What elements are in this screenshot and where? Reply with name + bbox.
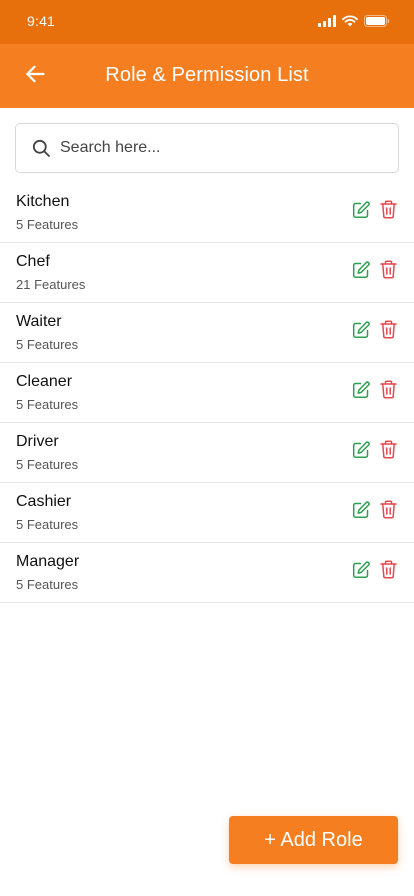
trash-icon <box>380 260 397 284</box>
delete-button[interactable] <box>379 380 398 404</box>
role-name: Cashier <box>16 493 72 510</box>
role-row[interactable]: Kitchen 5 Features <box>0 183 414 243</box>
trash-icon <box>380 500 397 524</box>
role-name: Driver <box>16 433 59 450</box>
edit-icon <box>352 260 370 284</box>
role-row[interactable]: Manager 5 Features <box>0 543 414 603</box>
role-feature-count: 5 Features <box>16 457 79 472</box>
role-name: Kitchen <box>16 193 70 210</box>
role-feature-count: 21 Features <box>16 277 86 292</box>
status-icons <box>318 14 390 32</box>
row-actions <box>351 320 398 344</box>
edit-icon <box>352 200 370 224</box>
add-role-button[interactable]: + Add Role <box>229 816 398 864</box>
row-actions <box>351 560 398 584</box>
trash-icon <box>380 200 397 224</box>
role-feature-count: 5 Features <box>16 337 79 352</box>
role-name: Cleaner <box>16 373 73 390</box>
edit-button[interactable] <box>351 500 370 524</box>
search-box[interactable] <box>15 123 399 173</box>
trash-icon <box>380 440 397 464</box>
delete-button[interactable] <box>379 260 398 284</box>
edit-button[interactable] <box>351 560 370 584</box>
edit-button[interactable] <box>351 380 370 404</box>
trash-icon <box>380 320 397 344</box>
edit-button[interactable] <box>351 320 370 344</box>
edit-button[interactable] <box>351 200 370 224</box>
role-feature-count: 5 Features <box>16 217 79 232</box>
edit-icon <box>352 560 370 584</box>
role-row[interactable]: Chef 21 Features <box>0 243 414 303</box>
page-title: Role & Permission List <box>105 64 309 86</box>
search-icon <box>32 138 52 158</box>
role-row[interactable]: Cashier 5 Features <box>0 483 414 543</box>
role-feature-count: 5 Features <box>16 397 79 412</box>
trash-icon <box>380 560 397 584</box>
row-actions <box>351 260 398 284</box>
delete-button[interactable] <box>379 440 398 464</box>
signal-icon <box>318 14 336 32</box>
edit-icon <box>352 500 370 524</box>
row-actions <box>351 440 398 464</box>
role-list: Kitchen 5 Features Chef 21 Features Wait… <box>0 183 414 603</box>
edit-icon <box>352 380 370 404</box>
row-actions <box>351 200 398 224</box>
delete-button[interactable] <box>379 320 398 344</box>
wifi-icon <box>342 14 358 32</box>
role-row[interactable]: Waiter 5 Features <box>0 303 414 363</box>
delete-button[interactable] <box>379 560 398 584</box>
role-feature-count: 5 Features <box>16 577 79 592</box>
role-permission-screen: 9:41 Role & Permission List Search here.… <box>0 0 414 896</box>
role-row[interactable]: Driver 5 Features <box>0 423 414 483</box>
role-name: Manager <box>16 553 80 570</box>
row-actions <box>351 380 398 404</box>
role-name: Chef <box>16 253 50 270</box>
role-name: Waiter <box>16 313 62 330</box>
status-bar: 9:41 <box>0 0 414 44</box>
delete-button[interactable] <box>379 200 398 224</box>
role-row[interactable]: Cleaner 5 Features <box>0 363 414 423</box>
search-input[interactable] <box>60 128 380 168</box>
status-time: 9:41 <box>27 13 56 29</box>
edit-icon <box>352 440 370 464</box>
battery-icon <box>364 14 390 32</box>
edit-icon <box>352 320 370 344</box>
edit-button[interactable] <box>351 440 370 464</box>
trash-icon <box>380 380 397 404</box>
row-actions <box>351 500 398 524</box>
edit-button[interactable] <box>351 260 370 284</box>
app-bar: Role & Permission List <box>0 44 414 108</box>
role-feature-count: 5 Features <box>16 517 79 532</box>
delete-button[interactable] <box>379 500 398 524</box>
